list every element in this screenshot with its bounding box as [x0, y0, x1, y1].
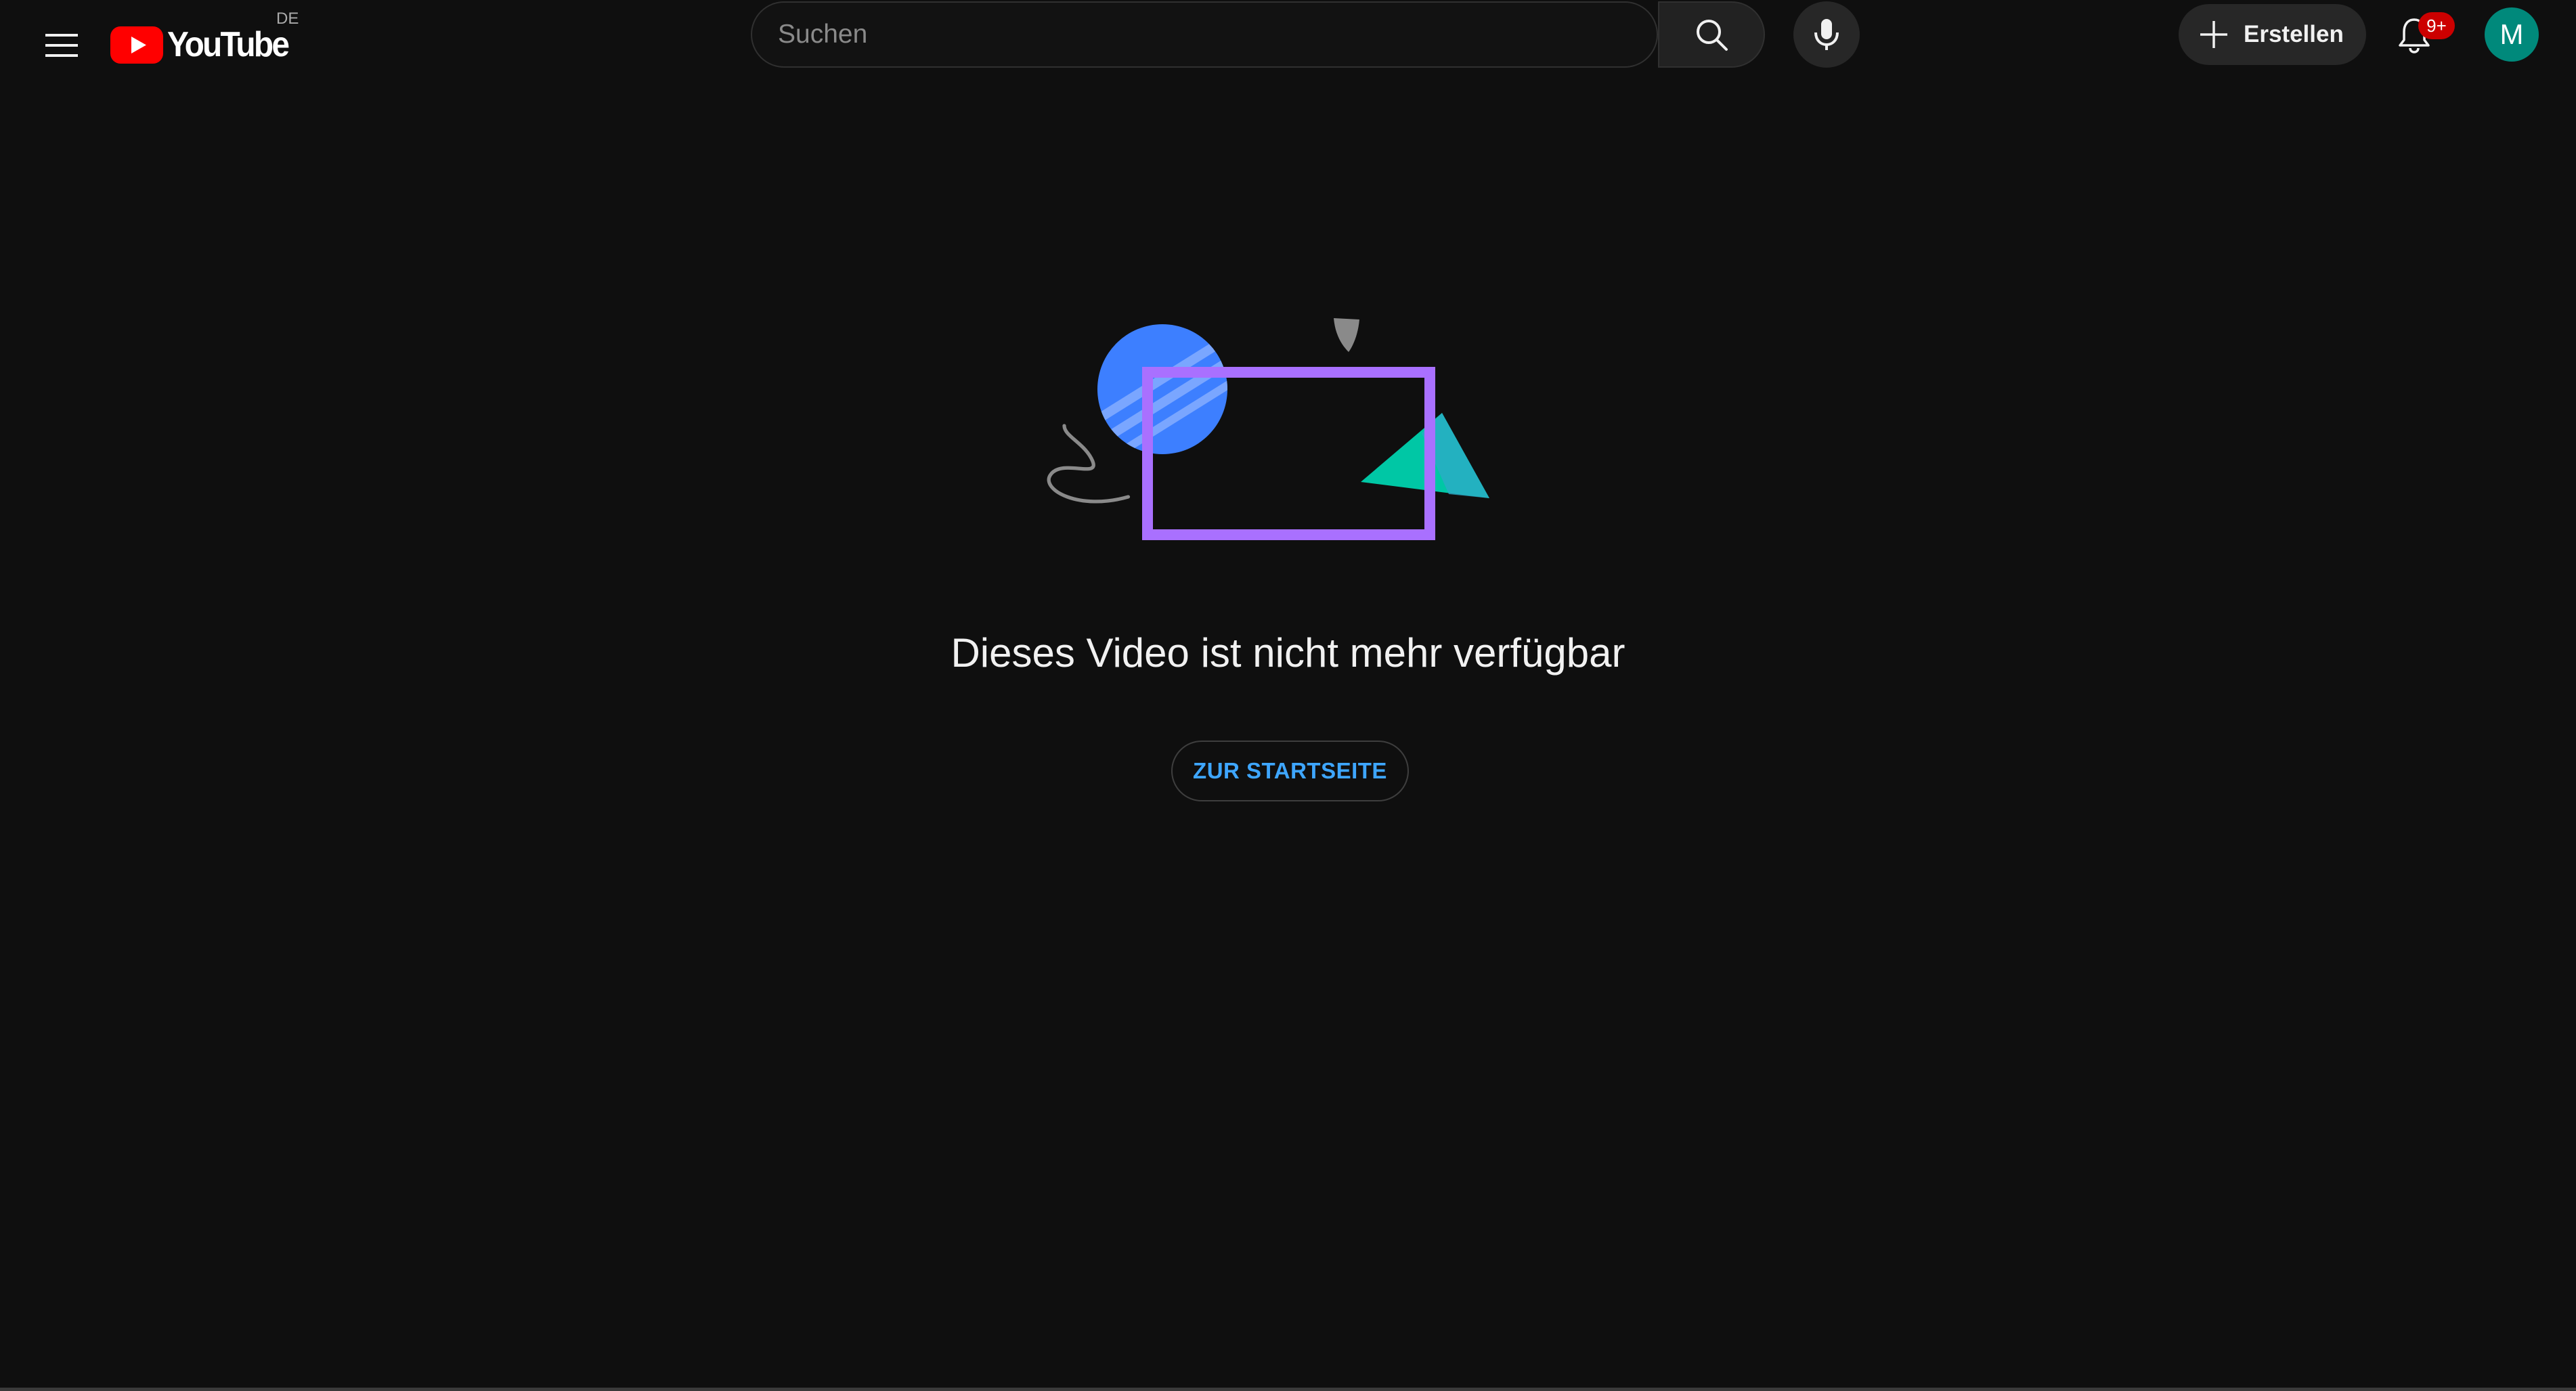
app-root: YouTube DE Erstellen [0, 0, 2576, 1391]
error-message-title: Dieses Video ist nicht mehr verfügbar [951, 630, 1625, 676]
create-button[interactable]: Erstellen [2179, 4, 2366, 65]
guide-menu-button[interactable] [27, 11, 96, 80]
leaf-shape [1334, 318, 1359, 352]
create-button-label: Erstellen [2244, 21, 2344, 47]
squiggle-line [1047, 424, 1131, 504]
voice-search-button[interactable] [1793, 1, 1860, 68]
logo-wordmark: YouTube [167, 25, 290, 64]
logo-country-code: DE [276, 9, 299, 28]
search-input[interactable] [752, 3, 1657, 66]
youtube-logo[interactable]: YouTube [110, 18, 299, 72]
notification-count-badge: 9+ [2418, 12, 2455, 39]
blue-circle-shape [1097, 324, 1227, 454]
microphone-icon [1814, 19, 1839, 50]
plus-icon [2200, 21, 2227, 48]
search-icon [1697, 20, 1728, 51]
search-box [751, 1, 1658, 68]
hamburger-menu-icon [45, 34, 78, 57]
youtube-play-logo-icon [110, 26, 163, 64]
go-to-homepage-button[interactable]: ZUR STARTSEITE [1171, 741, 1409, 801]
masthead: YouTube DE Erstellen [0, 0, 2576, 92]
search-button[interactable] [1658, 1, 1765, 68]
unavailable-video-illustration [1047, 318, 1489, 540]
bottom-divider [0, 1388, 2576, 1391]
account-avatar[interactable]: M [2485, 7, 2539, 62]
